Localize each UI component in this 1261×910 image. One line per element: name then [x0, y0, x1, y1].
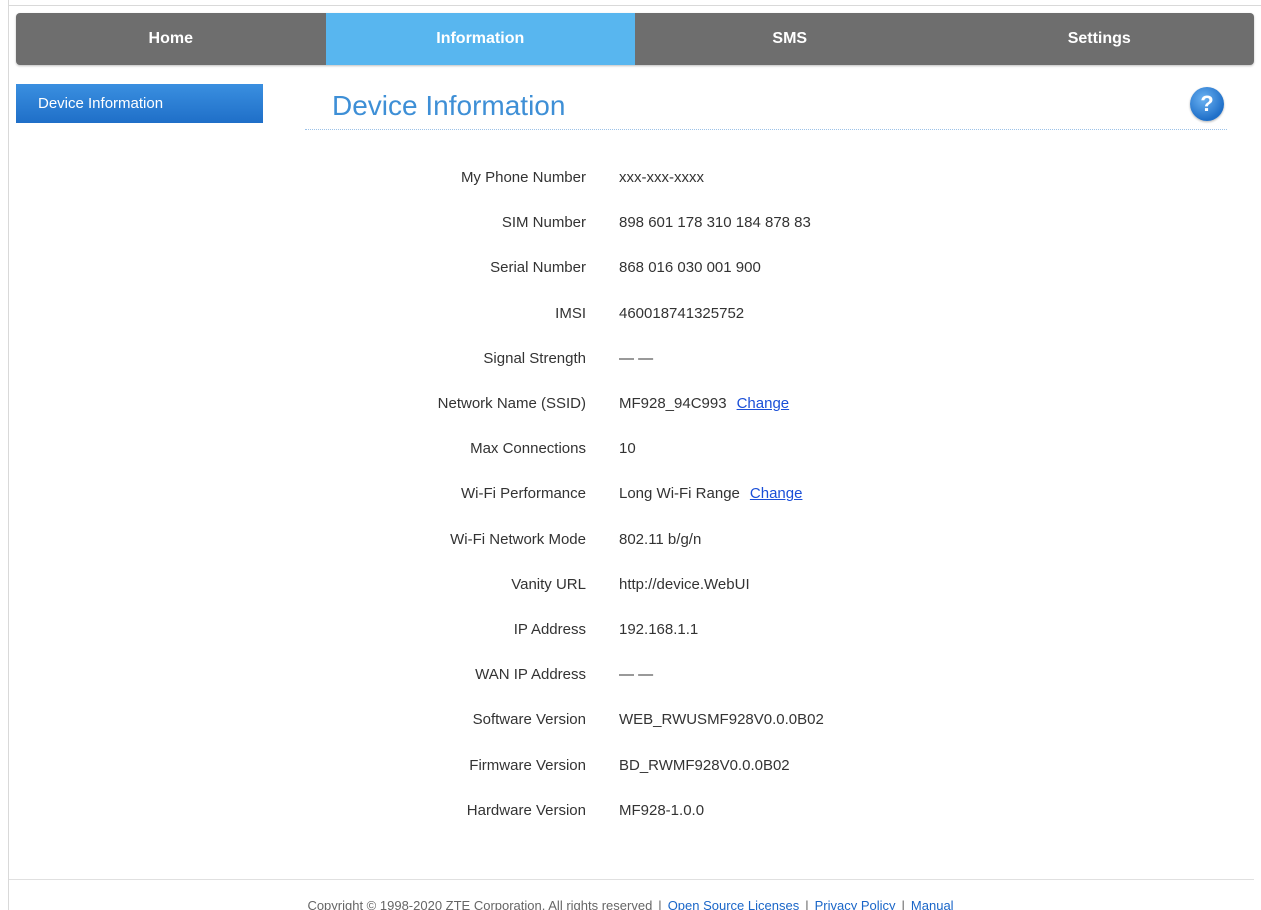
tab-settings[interactable]: Settings	[945, 13, 1255, 65]
info-value: MF928_94C993	[619, 395, 727, 413]
tab-sms[interactable]: SMS	[635, 13, 945, 65]
page-title: Device Information	[332, 90, 566, 121]
device-info-list: My Phone Number xxx-xxx-xxxx SIM Number …	[300, 155, 1000, 833]
info-row-phone-number: My Phone Number xxx-xxx-xxxx	[300, 155, 1000, 200]
tab-information[interactable]: Information	[325, 13, 635, 65]
info-row-signal-strength: Signal Strength — —	[300, 336, 1000, 381]
copyright-text: Copyright © 1998-2020 ZTE Corporation. A…	[307, 898, 653, 910]
page: Home Information SMS Settings Device Inf…	[0, 0, 1261, 910]
info-label: Wi-Fi Performance	[460, 485, 586, 503]
info-label: IP Address	[513, 620, 586, 638]
info-label: Signal Strength	[483, 349, 586, 367]
info-label: My Phone Number	[460, 169, 586, 187]
info-label: WAN IP Address	[475, 666, 586, 684]
top-border	[8, 5, 1261, 6]
info-row-wifi-network-mode: Wi-Fi Network Mode 802.11 b/g/n	[300, 517, 1000, 562]
info-value: WEB_RWUSMF928V0.0.0B02	[619, 711, 824, 729]
info-row-software-version: Software Version WEB_RWUSMF928V0.0.0B02	[300, 697, 1000, 742]
info-value: 898 601 178 310 184 878 83	[619, 214, 811, 232]
info-row-vanity-url: Vanity URL http://device.WebUI	[300, 562, 1000, 607]
info-value: 192.168.1.1	[619, 620, 699, 638]
info-value: 460018741325752	[619, 304, 745, 322]
sidebar: Device Information	[16, 84, 263, 123]
manual-link[interactable]: Manual	[911, 898, 954, 910]
info-label: Hardware Version	[466, 801, 586, 819]
info-value: xxx-xxx-xxxx	[619, 169, 704, 187]
info-row-sim-number: SIM Number 898 601 178 310 184 878 83	[300, 200, 1000, 245]
info-label: Network Name (SSID)	[437, 395, 586, 413]
info-value: — —	[619, 349, 654, 367]
info-value: Long Wi-Fi Range	[619, 485, 740, 503]
info-label: SIM Number	[501, 214, 586, 232]
footer-separator: |	[901, 898, 905, 910]
info-row-imsi: IMSI 460018741325752	[300, 291, 1000, 336]
info-label: Max Connections	[470, 440, 586, 458]
change-ssid-link[interactable]: Change	[737, 395, 790, 412]
footer-separator: |	[658, 898, 662, 910]
info-row-serial-number: Serial Number 868 016 030 001 900	[300, 245, 1000, 290]
sidebar-item-device-information[interactable]: Device Information	[16, 84, 263, 123]
info-label: IMSI	[555, 304, 586, 322]
info-row-wifi-performance: Wi-Fi Performance Long Wi-Fi Range Chang…	[300, 471, 1000, 516]
change-wifi-performance-link[interactable]: Change	[750, 485, 803, 502]
info-value: 868 016 030 001 900	[619, 259, 761, 277]
info-label: Firmware Version	[469, 756, 586, 774]
tab-home[interactable]: Home	[16, 13, 326, 65]
footer-divider	[9, 879, 1254, 880]
info-label: Software Version	[472, 711, 586, 729]
info-row-ip-address: IP Address 192.168.1.1	[300, 607, 1000, 652]
info-value: BD_RWMF928V0.0.0B02	[619, 756, 790, 774]
info-row-firmware-version: Firmware Version BD_RWMF928V0.0.0B02	[300, 742, 1000, 787]
footer: Copyright © 1998-2020 ZTE Corporation. A…	[0, 898, 1261, 910]
info-row-hardware-version: Hardware Version MF928-1.0.0	[300, 788, 1000, 833]
info-value: 10	[619, 440, 636, 458]
title-divider	[305, 129, 1227, 130]
left-border	[8, 0, 9, 910]
info-row-ssid: Network Name (SSID) MF928_94C993 Change	[300, 381, 1000, 426]
footer-separator: |	[805, 898, 809, 910]
info-value: http://device.WebUI	[619, 575, 750, 593]
help-icon[interactable]: ?	[1190, 87, 1224, 121]
main-nav: Home Information SMS Settings	[16, 13, 1254, 65]
info-label: Serial Number	[490, 259, 586, 277]
privacy-policy-link[interactable]: Privacy Policy	[815, 898, 896, 910]
open-source-licenses-link[interactable]: Open Source Licenses	[668, 898, 800, 910]
info-value: — —	[619, 666, 654, 684]
info-row-wan-ip-address: WAN IP Address — —	[300, 652, 1000, 697]
info-value: MF928-1.0.0	[619, 801, 705, 819]
info-label: Vanity URL	[511, 575, 586, 593]
info-value: 802.11 b/g/n	[619, 530, 702, 548]
info-label: Wi-Fi Network Mode	[450, 530, 586, 548]
info-row-max-connections: Max Connections 10	[300, 426, 1000, 471]
